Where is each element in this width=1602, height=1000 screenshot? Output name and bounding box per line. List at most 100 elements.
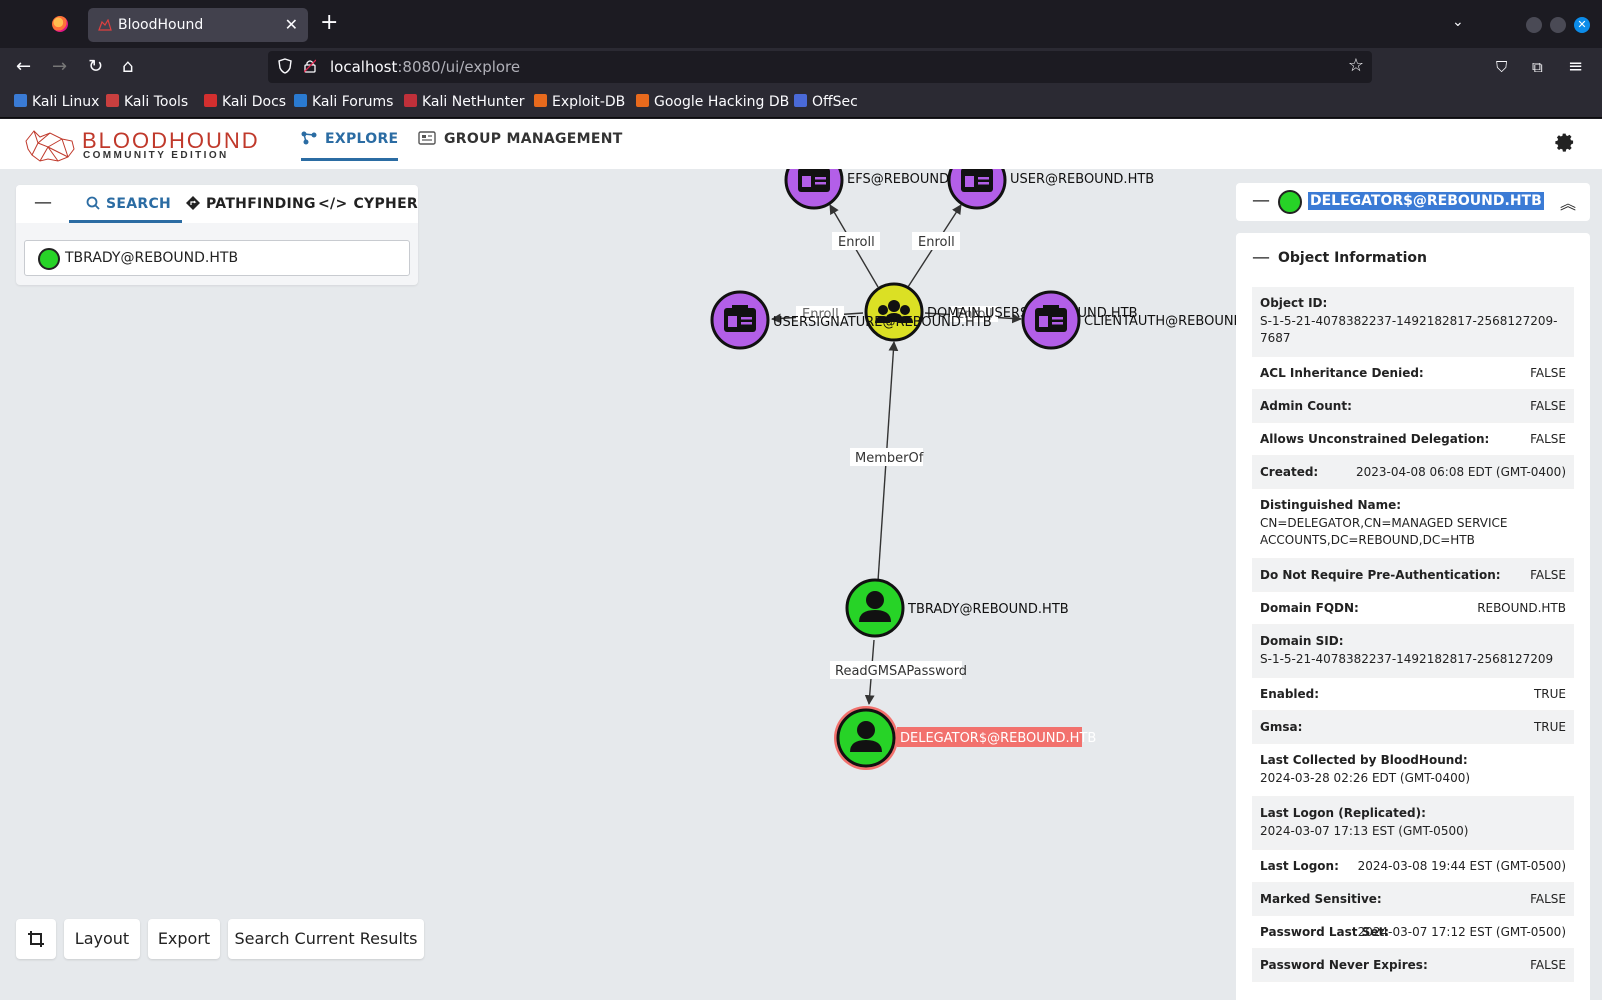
property-row: Marked Sensitive: FALSE bbox=[1252, 883, 1574, 916]
lock-icon[interactable] bbox=[304, 59, 316, 73]
property-value: FALSE bbox=[1530, 399, 1566, 413]
bloodhound-logo[interactable]: BLOODHOUND COMMUNITY EDITION bbox=[24, 127, 258, 163]
edge-label-memberof: MemberOf bbox=[850, 448, 924, 466]
minimize-button[interactable] bbox=[1526, 17, 1542, 33]
close-window-button[interactable]: ✕ bbox=[1574, 17, 1590, 33]
property-key: ACL Inheritance Denied: bbox=[1260, 366, 1424, 380]
property-value: FALSE bbox=[1530, 958, 1566, 972]
edge-label-enroll-2: Enroll bbox=[912, 232, 960, 250]
browser-tab[interactable]: BloodHound ✕ bbox=[88, 8, 308, 42]
kali-tools-icon bbox=[106, 94, 119, 107]
property-key: Distinguished Name: bbox=[1260, 498, 1402, 512]
kali-docs-icon bbox=[204, 94, 217, 107]
bookmark-kali-tools[interactable]: Kali Tools bbox=[106, 94, 188, 110]
bookmark-kali-forums[interactable]: Kali Forums bbox=[294, 94, 393, 110]
forward-icon[interactable]: → bbox=[52, 57, 67, 77]
property-key: Domain FQDN: bbox=[1260, 601, 1359, 615]
property-value: 2024-03-07 17:12 EST (GMT-0500) bbox=[1357, 925, 1566, 939]
property-row: Last Logon (Replicated): 2024-03-07 17:13… bbox=[1252, 797, 1574, 850]
property-key: Last Collected by BloodHound: bbox=[1260, 753, 1468, 767]
edge-label-enroll-1: Enroll bbox=[832, 232, 880, 250]
tab-title: BloodHound bbox=[118, 17, 204, 33]
property-row: Object ID: S-1-5-21-4078382237-1492182817… bbox=[1252, 287, 1574, 357]
back-icon[interactable]: ← bbox=[16, 57, 31, 77]
collapse-section-button[interactable]: — bbox=[1252, 247, 1270, 268]
shield-icon[interactable] bbox=[278, 58, 292, 74]
node-tbrady[interactable] bbox=[845, 578, 905, 638]
bookmark-kali-nethunter[interactable]: Kali NetHunter bbox=[404, 94, 524, 110]
svg-text:Enroll: Enroll bbox=[918, 235, 955, 250]
url-text[interactable]: localhost:8080/ui/explore bbox=[330, 58, 520, 76]
node-label-tbrady: TBRADY@REBOUND.HTB bbox=[907, 602, 1069, 617]
ghdb-icon bbox=[636, 94, 649, 107]
node-clientauth[interactable] bbox=[1021, 290, 1081, 350]
tab-group-management[interactable]: GROUP MANAGEMENT bbox=[418, 131, 623, 157]
crop-icon bbox=[28, 931, 44, 947]
node-delegator[interactable] bbox=[834, 706, 898, 770]
property-row: Gmsa: TRUE bbox=[1252, 711, 1574, 744]
url-bar[interactable]: localhost:8080/ui/explore ☆ bbox=[268, 51, 1372, 83]
new-tab-button[interactable]: + bbox=[320, 12, 338, 34]
active-tab-indicator bbox=[69, 220, 182, 223]
property-key: Password Never Expires: bbox=[1260, 958, 1428, 972]
firefox-icon[interactable] bbox=[52, 16, 68, 32]
node-usersignature[interactable] bbox=[710, 290, 770, 350]
collapse-panel-button[interactable]: — bbox=[34, 192, 52, 213]
tab-pathfinding[interactable]: PATHFINDING bbox=[186, 196, 316, 212]
export-button[interactable]: Export bbox=[148, 919, 220, 959]
bloodhound-app: Enroll Enroll Enroll Enroll MemberOf Rea… bbox=[0, 119, 1602, 1000]
node-label-user: USER@REBOUND.HTB bbox=[1010, 172, 1154, 187]
home-icon[interactable]: ⌂ bbox=[122, 57, 133, 77]
group-management-icon bbox=[418, 131, 436, 145]
property-row: ACL Inheritance Denied: FALSE bbox=[1252, 357, 1574, 390]
bloodhound-favicon-icon bbox=[98, 19, 112, 31]
entity-info-panel: — DELEGATOR$@REBOUND.HTB ︽ — Object Info… bbox=[1236, 183, 1590, 1000]
property-key: Last Logon (Replicated): bbox=[1260, 806, 1426, 820]
node-user-template[interactable] bbox=[947, 167, 1007, 210]
bloodhound-logo-icon bbox=[25, 130, 75, 162]
chevron-up-icon[interactable]: ︽ bbox=[1560, 190, 1576, 214]
property-value: FALSE bbox=[1530, 366, 1566, 380]
settings-gear-icon[interactable] bbox=[1554, 132, 1576, 154]
bookmark-offsec[interactable]: OffSec bbox=[794, 94, 858, 110]
extensions-icon[interactable]: ⧉ bbox=[1532, 57, 1543, 77]
property-row: Created: 2023-04-08 06:08 EDT (GMT-0400) bbox=[1252, 456, 1574, 489]
node-label-delegator: DELEGATOR$@REBOUND.HTB bbox=[900, 731, 1096, 746]
tab-search[interactable]: SEARCH bbox=[86, 196, 171, 212]
layout-button[interactable]: Layout bbox=[64, 919, 140, 959]
bookmark-exploit-db[interactable]: Exploit-DB bbox=[534, 94, 625, 110]
object-information-section: — Object Information Object ID: S-1-5-21-… bbox=[1236, 233, 1590, 1000]
explore-icon bbox=[301, 131, 317, 145]
node-search-input[interactable]: TBRADY@REBOUND.HTB bbox=[24, 240, 410, 276]
property-row: Domain FQDN: REBOUND.HTB bbox=[1252, 592, 1574, 625]
property-key: Do Not Require Pre-Authentication: bbox=[1260, 568, 1501, 582]
property-value: S-1-5-21-4078382237-1492182817-256812720… bbox=[1260, 652, 1554, 666]
bookmark-kali-docs[interactable]: Kali Docs bbox=[204, 94, 286, 110]
property-key: Object ID: bbox=[1260, 296, 1328, 310]
bookmark-kali-linux[interactable]: Kali Linux bbox=[14, 94, 99, 110]
tab-cypher[interactable]: </> CYPHER bbox=[318, 196, 418, 212]
object-properties-list: Object ID: S-1-5-21-4078382237-1492182817… bbox=[1252, 287, 1574, 982]
crop-button[interactable] bbox=[16, 919, 56, 959]
svg-text:Enroll: Enroll bbox=[838, 235, 875, 250]
chevron-down-icon[interactable]: ⌄ bbox=[1452, 14, 1464, 30]
search-current-results-button[interactable]: Search Current Results bbox=[228, 919, 424, 959]
tab-explore[interactable]: EXPLORE bbox=[301, 131, 399, 161]
property-row: Last Logon: 2024-03-08 19:44 EST (GMT-050… bbox=[1252, 850, 1574, 883]
kali-forums-icon bbox=[294, 94, 307, 107]
bookmark-star-icon[interactable]: ☆ bbox=[1348, 55, 1364, 76]
object-information-header[interactable]: — Object Information bbox=[1236, 233, 1590, 287]
nethunter-icon bbox=[404, 94, 417, 107]
browser-navbar: ← → ↻ ⌂ localhost:8080/ui/explore ☆ ⛉ ⧉ … bbox=[0, 48, 1602, 88]
menu-icon[interactable]: ≡ bbox=[1568, 57, 1583, 77]
collapse-entity-button[interactable]: — bbox=[1252, 190, 1270, 211]
close-tab-icon[interactable]: ✕ bbox=[285, 15, 298, 34]
property-row: Distinguished Name: CN=DELEGATOR,CN=MANAG… bbox=[1252, 489, 1574, 559]
node-domain-users[interactable] bbox=[864, 282, 924, 342]
reload-icon[interactable]: ↻ bbox=[88, 57, 103, 77]
node-efs[interactable] bbox=[784, 167, 844, 210]
code-icon: </> bbox=[318, 196, 348, 212]
pocket-icon[interactable]: ⛉ bbox=[1496, 57, 1507, 77]
bookmark-google-hacking-db[interactable]: Google Hacking DB bbox=[636, 94, 789, 110]
maximize-button[interactable] bbox=[1550, 17, 1566, 33]
